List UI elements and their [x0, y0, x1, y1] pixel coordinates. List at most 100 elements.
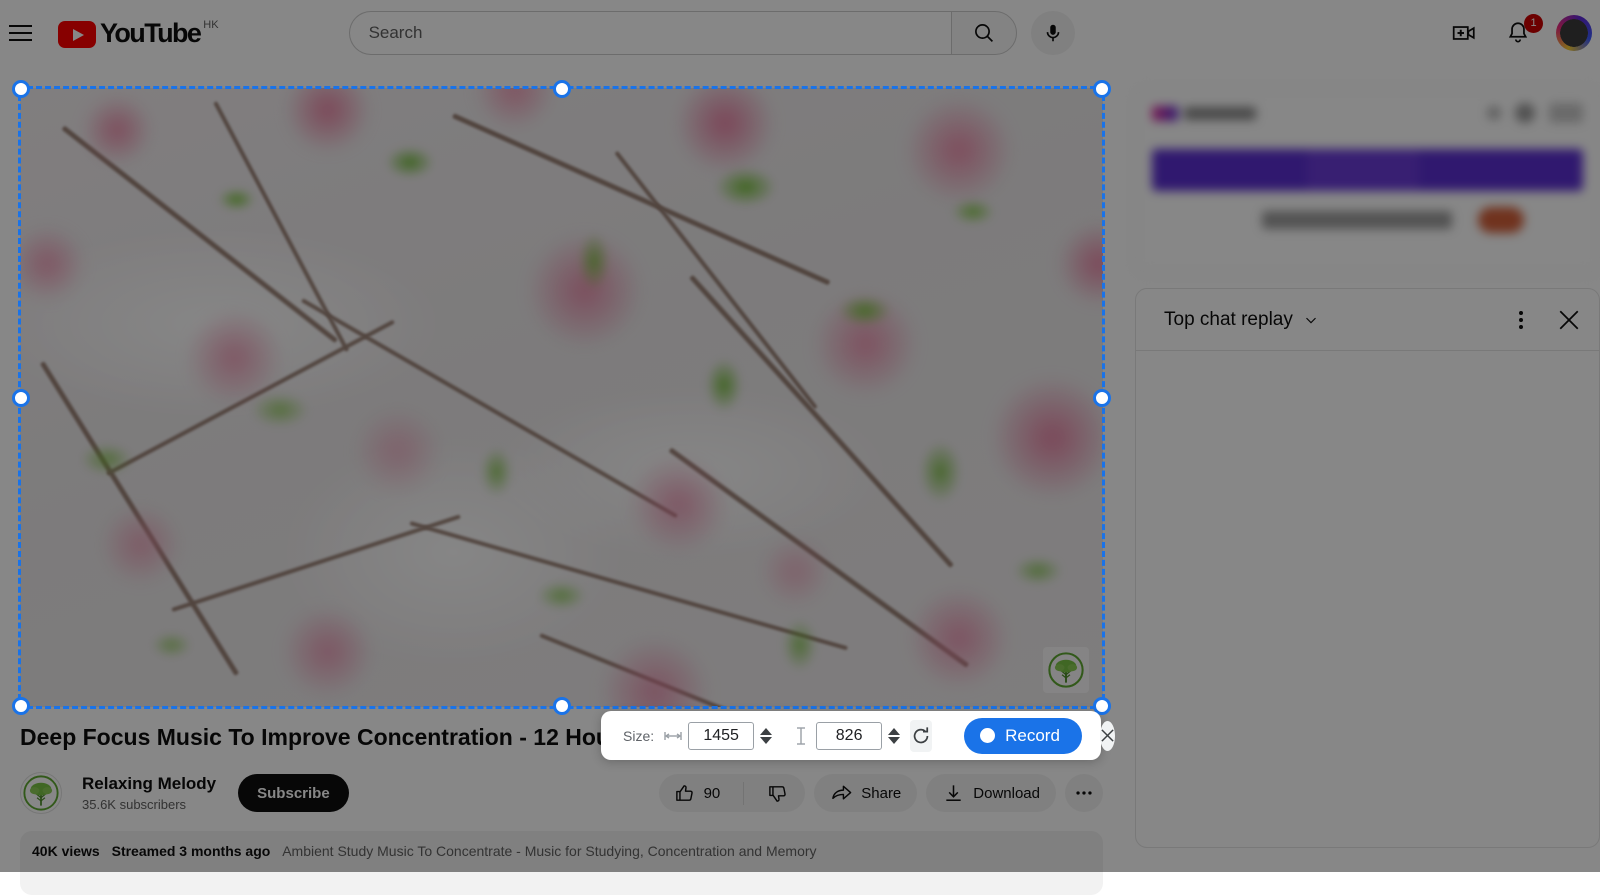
channel-watermark[interactable]: [1043, 647, 1089, 693]
height-bar-icon: [796, 727, 806, 745]
share-button[interactable]: Share: [814, 774, 917, 812]
promotion-card[interactable]: [1135, 88, 1600, 274]
masthead-actions: 1: [1448, 15, 1600, 51]
notification-badge: 1: [1524, 14, 1543, 33]
width-icon: [664, 731, 682, 741]
reset-size-button[interactable]: [910, 720, 932, 752]
chat-message-list[interactable]: [1136, 351, 1599, 848]
kebab-dot: [1519, 311, 1523, 315]
tree-logo-watermark-icon: [1047, 651, 1085, 689]
download-label: Download: [973, 785, 1040, 802]
video-actions: 90 Share: [659, 774, 1103, 812]
search-button[interactable]: [951, 11, 1017, 55]
avatar[interactable]: [1556, 15, 1592, 51]
youtube-logo[interactable]: YouTube HK: [58, 18, 219, 48]
youtube-play-icon: [58, 21, 96, 48]
search-input[interactable]: [350, 12, 951, 54]
subscriber-count: 35.6K subscribers: [82, 796, 216, 814]
like-count: 90: [704, 785, 721, 802]
screen-recorder-toolbar: Size:: [601, 711, 1101, 760]
promo-controls: [1487, 103, 1583, 123]
tree-logo-icon: [22, 774, 60, 812]
like-dislike-group: 90: [659, 774, 806, 812]
hamburger-bar: [9, 25, 32, 27]
promo-banner: [1152, 149, 1583, 191]
promo-title-placeholder: [1184, 107, 1256, 120]
width-increment-icon[interactable]: [760, 728, 772, 735]
height-stepper[interactable]: [888, 728, 900, 744]
width-decrement-icon[interactable]: [760, 737, 772, 744]
thumbs-up-icon: [674, 782, 697, 805]
view-count: 40K views: [32, 843, 100, 859]
search-box[interactable]: [349, 11, 951, 55]
chat-title-label: Top chat replay: [1164, 309, 1293, 331]
promo-control-icon[interactable]: [1515, 103, 1535, 123]
record-dot-icon: [980, 728, 995, 743]
like-button[interactable]: 90: [659, 774, 736, 812]
search-area: [349, 11, 1075, 55]
subscribe-button[interactable]: Subscribe: [238, 774, 349, 812]
width-group: [664, 722, 772, 750]
promo-header: [1152, 103, 1583, 123]
capture-height-input[interactable]: [816, 722, 882, 750]
height-increment-icon[interactable]: [888, 728, 900, 735]
refresh-icon: [910, 725, 932, 747]
youtube-logo-text: YouTube: [100, 18, 200, 48]
chat-mode-selector[interactable]: Top chat replay: [1164, 309, 1320, 331]
channel-avatar[interactable]: [20, 772, 62, 814]
download-button[interactable]: Download: [926, 774, 1056, 812]
share-arrow-icon: [830, 782, 853, 805]
download-icon: [942, 782, 965, 805]
height-group: [792, 722, 900, 750]
more-actions-button[interactable]: [1065, 774, 1103, 812]
height-decrement-icon[interactable]: [888, 737, 900, 744]
search-icon: [972, 21, 996, 45]
video-description[interactable]: 40K views Streamed 3 months ago Ambient …: [20, 831, 1103, 895]
secondary-column: Top chat replay: [1135, 88, 1600, 848]
dislike-button[interactable]: [752, 774, 805, 812]
promo-control-icon[interactable]: [1549, 103, 1583, 123]
more-vertical-icon[interactable]: [1513, 305, 1529, 335]
video-player[interactable]: [20, 88, 1103, 707]
close-icon[interactable]: [1555, 306, 1583, 334]
channel-name[interactable]: Relaxing Melody: [82, 773, 216, 795]
promo-footer-placeholder: [1262, 211, 1452, 229]
voice-search-button[interactable]: [1031, 11, 1075, 55]
width-stepper[interactable]: [760, 728, 772, 744]
hamburger-icon[interactable]: [0, 13, 40, 53]
notifications-button[interactable]: 1: [1502, 17, 1534, 49]
size-label: Size:: [623, 728, 654, 744]
record-button[interactable]: Record: [964, 718, 1082, 754]
create-video-button[interactable]: [1448, 17, 1480, 49]
width-arrow-icon: [664, 731, 682, 741]
video-owner-row: Relaxing Melody 35.6K subscribers Subscr…: [20, 769, 1103, 817]
capture-width-input[interactable]: [688, 722, 754, 750]
chat-header: Top chat replay: [1136, 289, 1599, 351]
action-divider: [743, 782, 744, 805]
chevron-down-icon: [1302, 311, 1320, 329]
create-video-icon: [1451, 20, 1477, 46]
promo-logo-icon: [1152, 106, 1178, 121]
share-label: Share: [861, 785, 901, 802]
more-horizontal-icon: [1073, 782, 1095, 804]
promo-footer: [1152, 207, 1583, 233]
live-chat-panel: Top chat replay: [1135, 288, 1600, 848]
description-text: Ambient Study Music To Concentrate - Mus…: [282, 843, 816, 859]
youtube-country-code: HK: [203, 19, 218, 31]
close-icon: [1100, 728, 1115, 743]
video-frame-leaves: [20, 88, 1103, 707]
microphone-icon: [1042, 22, 1064, 44]
published-date: Streamed 3 months ago: [112, 843, 271, 859]
kebab-dot: [1519, 325, 1523, 329]
hamburger-bar: [9, 32, 32, 34]
record-label: Record: [1005, 726, 1060, 746]
channel-info: Relaxing Melody 35.6K subscribers: [82, 773, 216, 814]
height-icon: [792, 727, 810, 745]
promo-cta-placeholder[interactable]: [1478, 207, 1524, 233]
promo-control-icon[interactable]: [1487, 106, 1501, 120]
close-recorder-button[interactable]: [1100, 721, 1115, 751]
primary-column: Deep Focus Music To Improve Concentratio…: [20, 88, 1103, 895]
hamburger-bar: [9, 39, 32, 41]
kebab-dot: [1519, 318, 1523, 322]
thumbs-down-icon: [767, 782, 790, 805]
